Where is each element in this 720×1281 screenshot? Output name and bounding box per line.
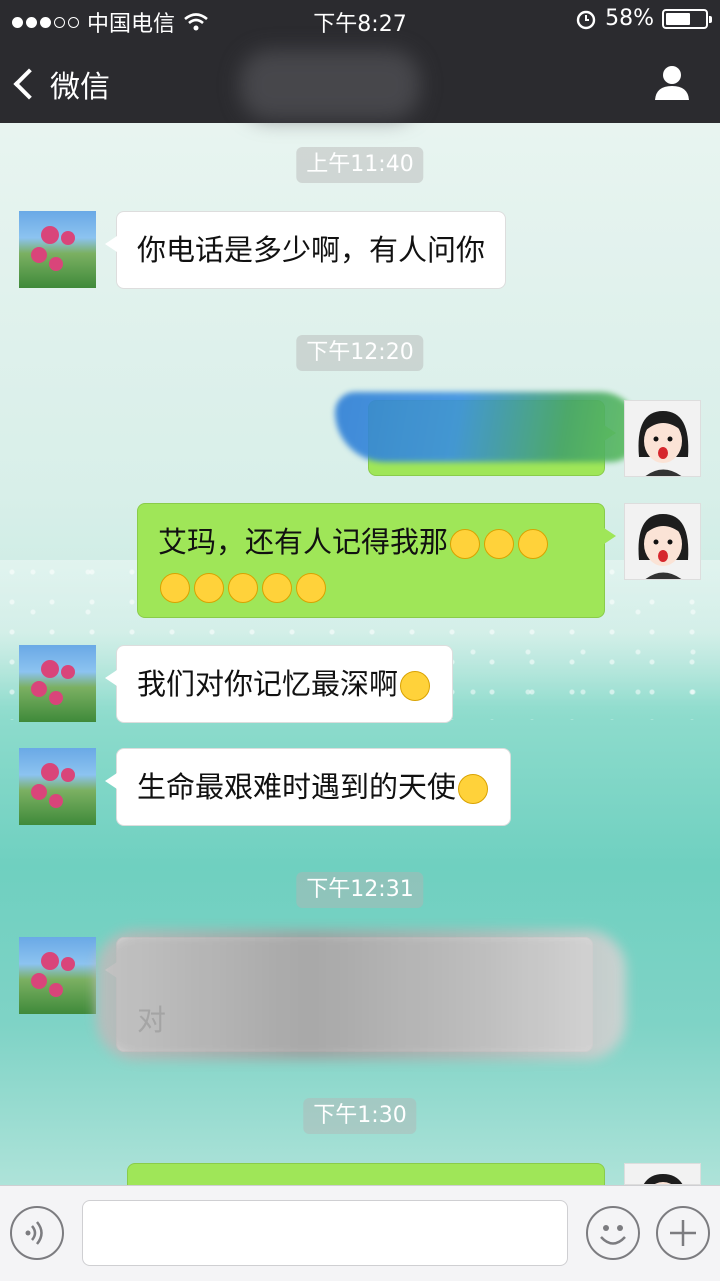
chevron-left-icon xyxy=(13,68,45,100)
grin-emoji-icon xyxy=(458,774,489,804)
back-button[interactable]: 微信 xyxy=(13,62,110,106)
received-message[interactable]: 你电话是多少啊，有人问你 xyxy=(104,211,507,289)
user-avatar[interactable] xyxy=(624,1163,701,1185)
redaction-scribble xyxy=(335,392,640,462)
received-message[interactable]: 我们对你记忆最深啊 xyxy=(104,645,454,723)
battery-icon xyxy=(662,8,712,29)
contact-avatar[interactable] xyxy=(19,645,96,722)
contact-avatar[interactable] xyxy=(19,937,96,1014)
battery-percentage: 58% xyxy=(605,6,654,31)
thinking-emoji-icon xyxy=(484,529,515,559)
blush-emoji-icon xyxy=(160,573,190,603)
navigation-bar: 微信 xyxy=(0,40,720,123)
timestamp: 下午12:20 xyxy=(296,335,424,371)
thinking-emoji-icon xyxy=(518,529,549,559)
alarm-icon xyxy=(576,10,596,29)
heart-eyes-emoji-icon xyxy=(262,573,292,603)
user-avatar[interactable] xyxy=(624,400,701,477)
girl-avatar-icon xyxy=(638,514,689,579)
add-icon[interactable] xyxy=(656,1206,710,1260)
timestamp: 上午11:40 xyxy=(296,147,424,183)
thinking-emoji-icon xyxy=(450,529,481,559)
timestamp: 下午12:31 xyxy=(296,872,424,908)
redaction-scribble xyxy=(96,930,626,1060)
emoji-icon[interactable] xyxy=(586,1206,640,1260)
user-avatar[interactable] xyxy=(624,503,701,580)
contact-avatar[interactable] xyxy=(19,211,96,288)
sent-message[interactable]: 艾玛，还有人记得我那 xyxy=(137,503,616,618)
message-text: 艾玛，还有人记得我那 xyxy=(158,525,449,559)
chat-title-redacted xyxy=(240,50,420,120)
message-text: 生命最艰难时遇到的天使 xyxy=(137,770,457,804)
status-bar: 中国电信 下午8:27 58% xyxy=(0,0,720,40)
girl-avatar-icon xyxy=(638,411,689,476)
timestamp: 下午1:30 xyxy=(303,1098,417,1134)
back-label: 微信 xyxy=(50,70,110,105)
grin-emoji-icon xyxy=(296,573,326,603)
input-toolbar xyxy=(0,1185,720,1281)
heart-eyes-emoji-icon xyxy=(228,573,258,603)
voice-icon[interactable] xyxy=(10,1206,64,1260)
blush-emoji-icon xyxy=(194,573,224,603)
contact-avatar[interactable] xyxy=(19,748,96,825)
smile-emoji-icon xyxy=(400,671,431,701)
user-icon[interactable] xyxy=(652,62,692,102)
girl-avatar-icon xyxy=(643,1174,683,1184)
message-input[interactable] xyxy=(82,1200,568,1266)
received-message[interactable]: 生命最艰难时遇到的天使 xyxy=(104,748,512,826)
message-text: 我们对你记忆最深啊 xyxy=(137,667,399,701)
